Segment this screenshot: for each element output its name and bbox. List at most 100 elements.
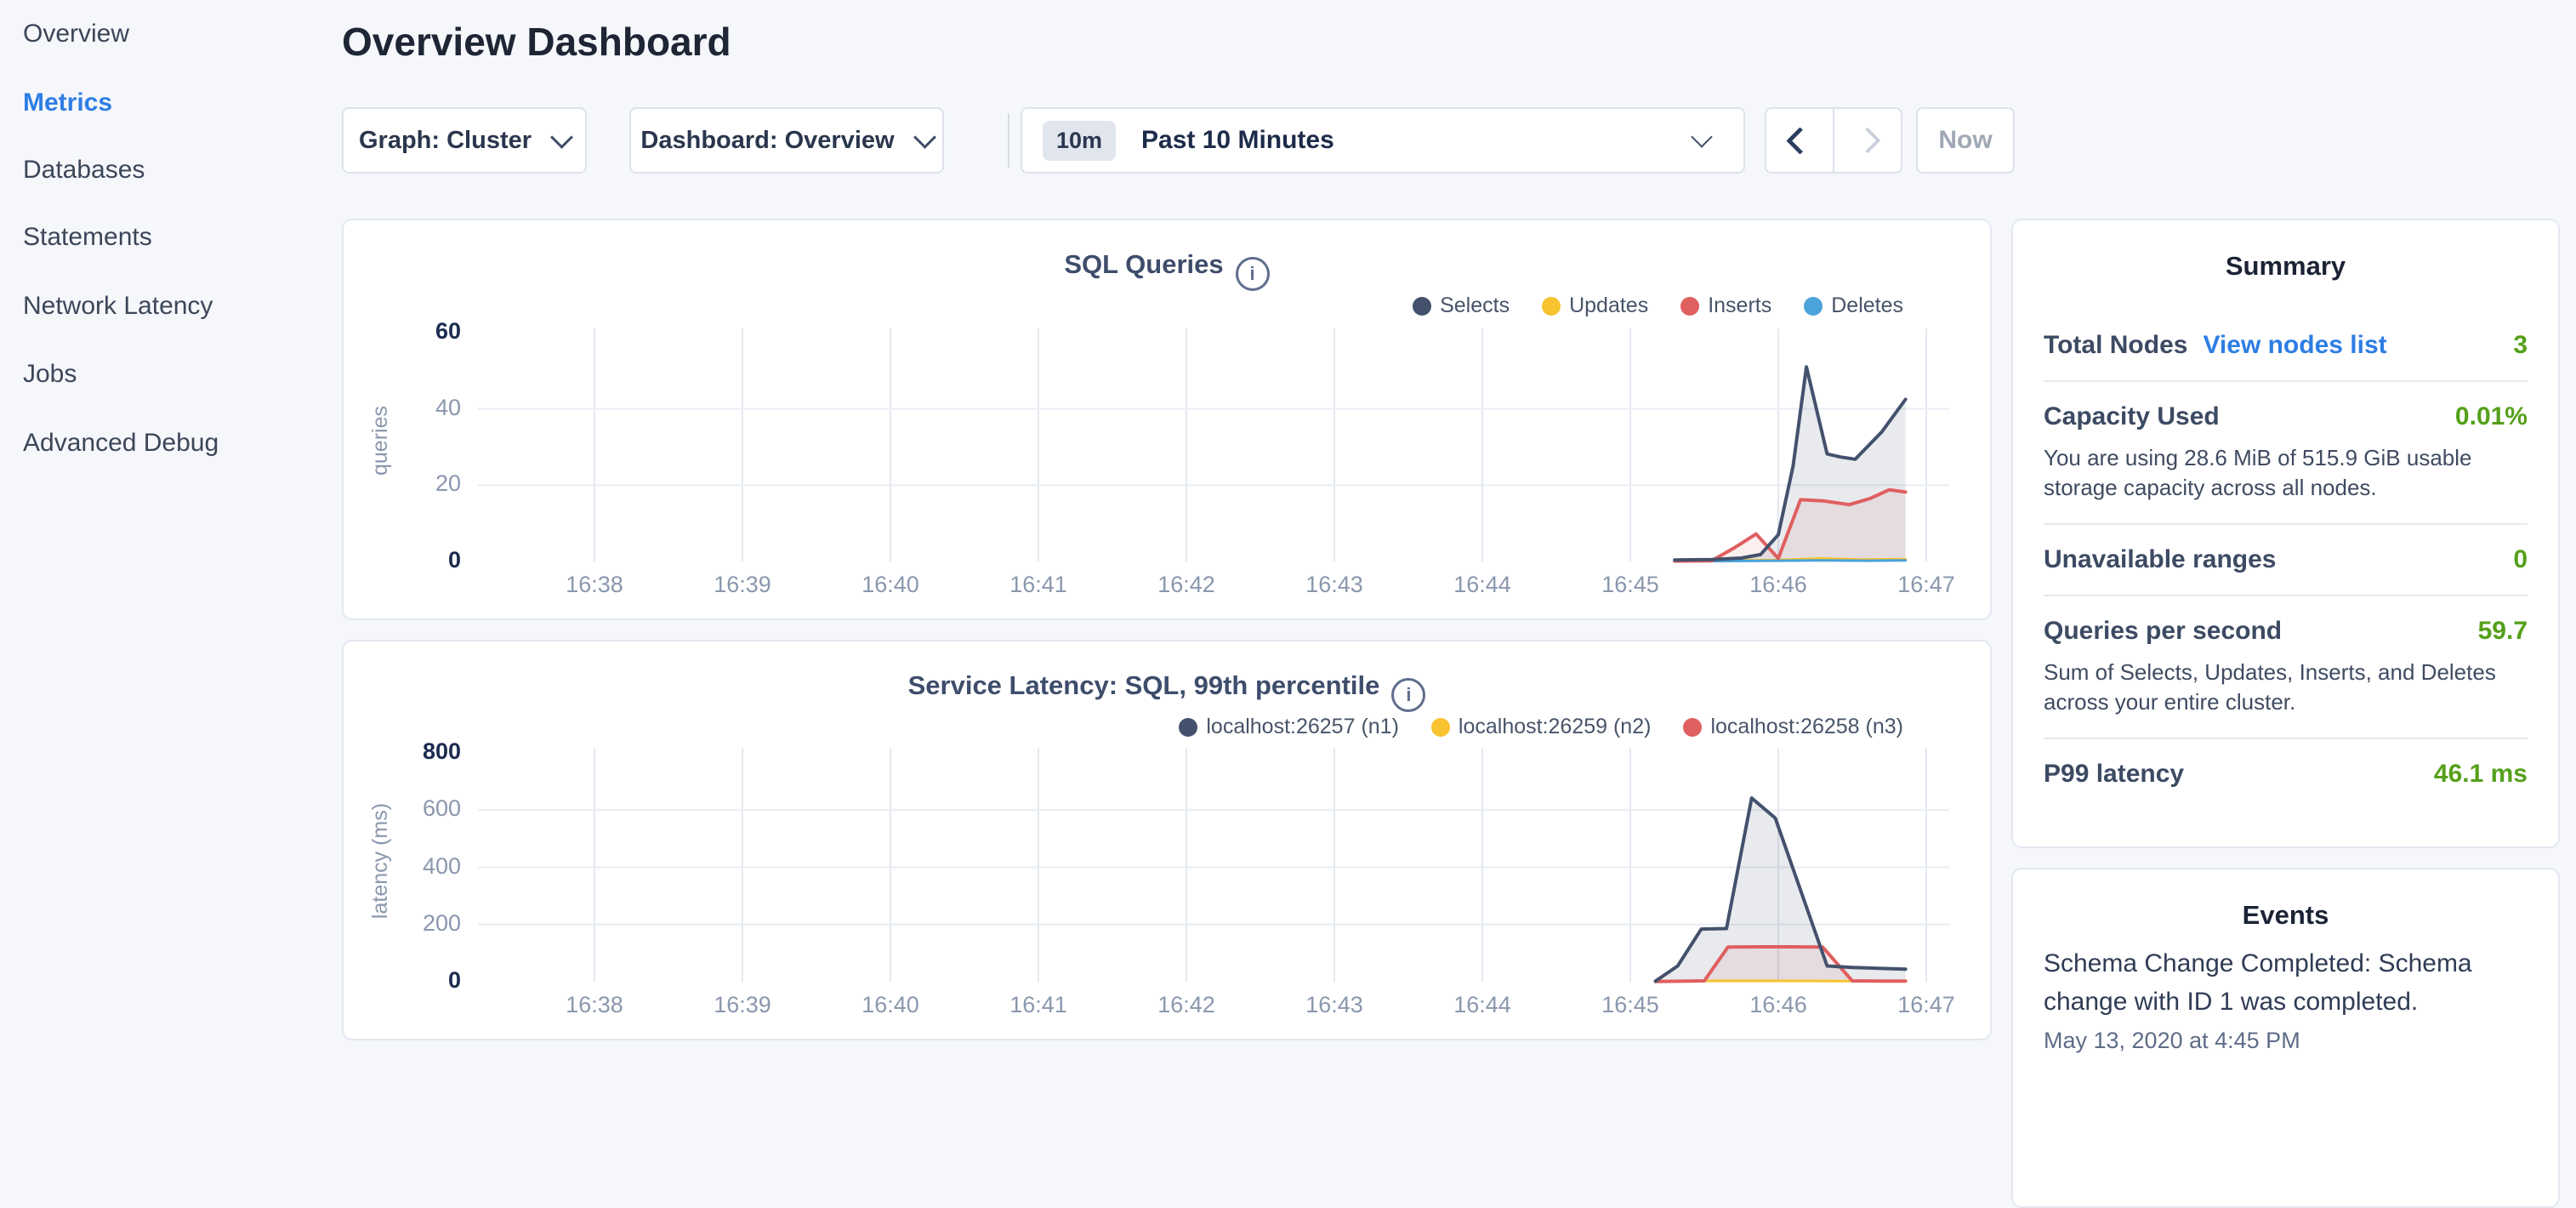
summary-body: Total Nodes View nodes list 3 Capacity Used… xyxy=(2044,311,2528,809)
legend-label: Updates xyxy=(1569,293,1648,318)
summary-row: P99 latency 46.1 ms xyxy=(2044,738,2528,809)
sidebar: Overview Metrics Databases Statements Networ… xyxy=(0,0,323,1051)
legend-label: Inserts xyxy=(1708,293,1771,318)
dashboard-dropdown[interactable]: Dashboard: Overview xyxy=(629,107,944,174)
time-range-label: Past 10 Minutes xyxy=(1141,126,1334,155)
view-nodes-list-link[interactable]: View nodes list xyxy=(2203,331,2386,359)
chevron-right-icon xyxy=(1854,127,1880,153)
x-axis-tick: 16:46 xyxy=(1719,992,1838,1018)
x-axis-tick: 16:40 xyxy=(831,572,950,598)
x-axis-tick: 16:44 xyxy=(1423,572,1542,598)
service-latency-title: Service Latency: SQL, 99th percentile xyxy=(908,670,1380,700)
summary-row-value: 59.7 xyxy=(2478,617,2528,646)
event-item: Schema Change Completed: Schema change w… xyxy=(2044,944,2528,1054)
service-latency-card: Service Latency: SQL, 99th percentile i l… xyxy=(342,640,1992,1040)
legend-label: localhost:26258 (n3) xyxy=(1710,715,1903,739)
legend-item-localhost-26257-n1-[interactable]: localhost:26257 (n1) xyxy=(1179,715,1399,739)
summary-panel: Summary Total Nodes View nodes list 3 Capac… xyxy=(2011,219,2560,848)
legend-dot-icon xyxy=(1179,718,1197,737)
next-range-button[interactable] xyxy=(1833,109,1901,172)
legend-dot-icon xyxy=(1683,718,1702,737)
chevron-down-icon xyxy=(1691,126,1712,147)
sidebar-item-databases[interactable]: Databases xyxy=(23,155,145,185)
summary-row-value: 0.01% xyxy=(2455,402,2528,431)
summary-row: Total Nodes View nodes list 3 xyxy=(2044,311,2528,380)
legend-label: localhost:26257 (n1) xyxy=(1206,715,1399,739)
event-text: Schema Change Completed: Schema change w… xyxy=(2044,944,2486,1021)
summary-row-subtext: Sum of Selects, Updates, Inserts, and De… xyxy=(2044,658,2528,717)
x-axis-tick: 16:43 xyxy=(1275,572,1394,598)
legend-label: Deletes xyxy=(1831,293,1903,318)
chevron-left-icon xyxy=(1786,127,1814,155)
x-axis-tick: 16:46 xyxy=(1719,572,1838,598)
sidebar-item-overview[interactable]: Overview xyxy=(23,19,129,49)
x-axis-tick: 16:40 xyxy=(831,992,950,1018)
time-range-selector[interactable]: 10m Past 10 Minutes xyxy=(1021,107,1745,174)
chevron-down-icon xyxy=(550,126,573,149)
sidebar-item-network-latency[interactable]: Network Latency xyxy=(23,291,213,322)
events-title: Events xyxy=(2013,900,2558,931)
summary-row: Unavailable ranges 0 xyxy=(2044,523,2528,595)
time-range-pager xyxy=(1765,107,1902,174)
legend-item-selects[interactable]: Selects xyxy=(1413,293,1510,318)
x-axis-tick: 16:45 xyxy=(1571,572,1690,598)
chart-title: Service Latency: SQL, 99th percentile i xyxy=(344,670,1990,712)
summary-row-value: 0 xyxy=(2513,545,2528,574)
summary-row: Queries per second59.7Sum of Selects, Up… xyxy=(2044,595,2528,738)
x-axis-tick: 16:47 xyxy=(1867,992,1986,1018)
graph-dropdown-label: Graph: Cluster xyxy=(359,127,532,155)
x-axis-tick: 16:41 xyxy=(979,992,1098,1018)
page-title: Overview Dashboard xyxy=(342,19,731,65)
sidebar-item-jobs[interactable]: Jobs xyxy=(23,359,77,390)
x-axis-tick: 16:47 xyxy=(1867,572,1986,598)
summary-row-value: 3 xyxy=(2513,331,2528,360)
x-axis-tick: 16:41 xyxy=(979,572,1098,598)
divider xyxy=(1008,113,1009,168)
sql-queries-card: SQL Queries i Selects Updates Inserts Delete… xyxy=(342,219,1992,620)
sql-queries-plot xyxy=(478,320,1949,561)
x-axis-tick: 16:39 xyxy=(683,992,802,1018)
event-timestamp: May 13, 2020 at 4:45 PM xyxy=(2044,1028,2528,1054)
x-axis-tick: 16:42 xyxy=(1127,992,1246,1018)
summary-row-subtext: You are using 28.6 MiB of 515.9 GiB usab… xyxy=(2044,443,2528,503)
legend-item-inserts[interactable]: Inserts xyxy=(1680,293,1771,318)
summary-row-label: Unavailable ranges xyxy=(2044,545,2276,573)
legend-dot-icon xyxy=(1413,297,1431,316)
legend-item-localhost-26258-n3-[interactable]: localhost:26258 (n3) xyxy=(1683,715,1903,739)
info-icon[interactable]: i xyxy=(1391,678,1425,712)
legend-item-updates[interactable]: Updates xyxy=(1542,293,1648,318)
x-axis-tick: 16:44 xyxy=(1423,992,1542,1018)
sidebar-item-advanced-debug[interactable]: Advanced Debug xyxy=(23,428,219,459)
x-axis-tick: 16:43 xyxy=(1275,992,1394,1018)
sidebar-item-metrics[interactable]: Metrics xyxy=(23,88,112,118)
service-latency-plot xyxy=(478,740,1949,982)
summary-row-label: P99 latency xyxy=(2044,760,2184,788)
summary-row-value: 46.1 ms xyxy=(2434,760,2528,789)
graph-dropdown[interactable]: Graph: Cluster xyxy=(342,107,587,174)
legend-dot-icon xyxy=(1804,297,1823,316)
info-icon[interactable]: i xyxy=(1236,257,1270,291)
legend-label: Selects xyxy=(1440,293,1510,318)
events-list: Schema Change Completed: Schema change w… xyxy=(2044,944,2528,1054)
legend-item-deletes[interactable]: Deletes xyxy=(1804,293,1903,318)
service-latency-legend: localhost:26257 (n1) localhost:26259 (n2)… xyxy=(1179,715,1903,739)
legend-item-localhost-26259-n2-[interactable]: localhost:26259 (n2) xyxy=(1431,715,1652,739)
y-axis-label: latency (ms) xyxy=(368,725,395,997)
legend-dot-icon xyxy=(1542,297,1561,316)
summary-row-label: Capacity Used xyxy=(2044,402,2220,430)
x-axis-tick: 16:38 xyxy=(535,992,654,1018)
sql-queries-title: SQL Queries xyxy=(1064,249,1223,279)
legend-label: localhost:26259 (n2) xyxy=(1459,715,1652,739)
time-range-badge: 10m xyxy=(1043,121,1116,161)
chart-title: SQL Queries i xyxy=(344,249,1990,291)
summary-title: Summary xyxy=(2013,251,2558,282)
summary-row: Capacity Used 0.01% You are using 28.6 MiB… xyxy=(2044,380,2528,523)
x-axis-tick: 16:45 xyxy=(1571,992,1690,1018)
now-button[interactable]: Now xyxy=(1916,107,2015,174)
summary-row-label: Total Nodes xyxy=(2044,331,2187,359)
legend-dot-icon xyxy=(1431,718,1450,737)
sidebar-item-statements[interactable]: Statements xyxy=(23,222,152,253)
y-axis-label: queries xyxy=(368,305,395,577)
x-axis-tick: 16:39 xyxy=(683,572,802,598)
prev-range-button[interactable] xyxy=(1766,109,1833,172)
